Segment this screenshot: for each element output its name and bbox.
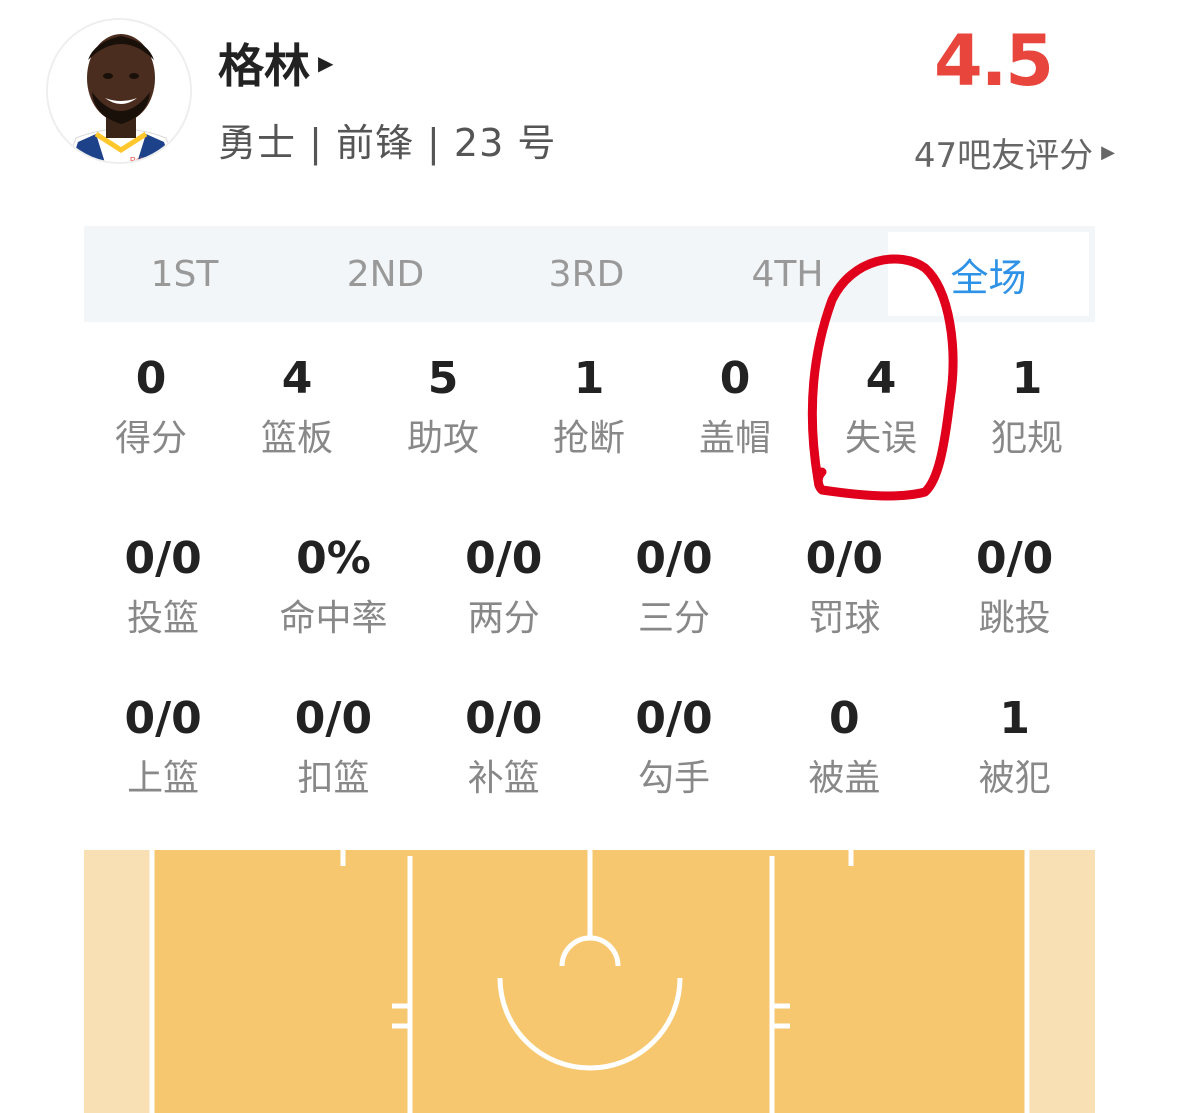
rating-raters-text: 47吧友评分 [913, 136, 1094, 176]
stat-fg-percentage: 0% 命中率 [248, 530, 418, 644]
tab-3rd[interactable]: 3RD [486, 226, 687, 322]
play-arrow-icon: ▶ [1101, 142, 1115, 163]
tab-4th[interactable]: 4TH [687, 226, 888, 322]
stat-value: 4 [865, 353, 897, 404]
stat-rebounds: 4 篮板 [224, 350, 370, 464]
stat-label: 盖帽 [698, 418, 771, 459]
main-stats-row: 0 得分 4 篮板 5 助攻 1 抢断 0 盖帽 4 失误 1 犯规 [78, 350, 1100, 464]
stat-steals: 1 抢断 [516, 350, 662, 464]
shooting-stats-row: 0/0 投篮 0% 命中率 0/0 两分 0/0 三分 0/0 罚球 0/0 跳… [78, 530, 1100, 644]
stat-value: 0% [296, 533, 371, 584]
svg-text:Rak: Rak [130, 156, 145, 164]
stat-value: 0 [719, 353, 751, 404]
stat-three-pointers: 0/0 三分 [589, 530, 759, 644]
player-avatar[interactable]: Rak [46, 18, 192, 164]
stat-fouls: 1 犯规 [954, 350, 1100, 464]
stat-value: 5 [427, 353, 459, 404]
stat-blocks: 0 盖帽 [662, 350, 808, 464]
stat-label: 被犯 [978, 758, 1051, 799]
stat-value: 0/0 [124, 533, 202, 584]
stat-value: 0 [135, 353, 167, 404]
stat-label: 失误 [844, 418, 917, 459]
stat-label: 扣篮 [297, 758, 370, 799]
stat-putbacks: 0/0 补篮 [419, 690, 589, 804]
player-name[interactable]: 格林 ▶ [218, 30, 333, 96]
stat-value: 0/0 [805, 533, 883, 584]
stat-label: 勾手 [638, 758, 711, 799]
stat-layups: 0/0 上篮 [78, 690, 248, 804]
stat-value: 0/0 [465, 693, 543, 744]
stat-label: 被盖 [808, 758, 881, 799]
stat-label: 犯规 [990, 418, 1063, 459]
stat-label: 两分 [467, 598, 540, 639]
stat-field-goals: 0/0 投篮 [78, 530, 248, 644]
stat-label: 得分 [114, 418, 187, 459]
player-info: 勇士 | 前锋 | 23 号 [218, 121, 557, 165]
stat-hook-shots: 0/0 勾手 [589, 690, 759, 804]
stat-value: 4 [281, 353, 313, 404]
stat-value: 0/0 [635, 693, 713, 744]
tab-full-game[interactable]: 全场 [888, 232, 1089, 316]
stat-value: 0 [829, 693, 860, 744]
stat-value: 0/0 [975, 533, 1054, 584]
other-stats-row: 0/0 上篮 0/0 扣篮 0/0 补篮 0/0 勾手 0 被盖 1 被犯 [78, 690, 1100, 804]
stat-two-pointers: 0/0 两分 [419, 530, 589, 644]
stat-value: 0/0 [465, 533, 543, 584]
rating-score: 4.5 [933, 20, 1054, 102]
tab-1st[interactable]: 1ST [84, 226, 285, 322]
stat-value: 0/0 [294, 693, 373, 744]
stat-free-throws: 0/0 罚球 [759, 530, 929, 644]
player-name-text: 格林 [218, 39, 310, 93]
stat-points: 0 得分 [78, 350, 224, 464]
stat-value: 1 [573, 353, 605, 404]
stat-label: 罚球 [808, 598, 881, 639]
stat-label: 助攻 [406, 418, 479, 459]
shot-chart-court [84, 850, 1095, 1113]
stat-fouls-drawn: 1 被犯 [929, 690, 1099, 804]
play-arrow-icon: ▶ [318, 51, 334, 75]
stat-value: 1 [1011, 353, 1043, 404]
tab-2nd[interactable]: 2ND [285, 226, 486, 322]
stat-label: 补篮 [467, 758, 540, 799]
stat-jump-shots: 0/0 跳投 [929, 530, 1099, 644]
stat-dunks: 0/0 扣篮 [248, 690, 418, 804]
stat-label: 跳投 [978, 598, 1051, 639]
stat-label: 命中率 [279, 598, 388, 639]
stat-blocked: 0 被盖 [759, 690, 929, 804]
rating-link[interactable]: 47吧友评分 ▶ [914, 128, 1115, 177]
stat-label: 上篮 [127, 758, 200, 799]
stat-label: 投篮 [127, 598, 200, 639]
quarter-tabs: 1ST 2ND 3RD 4TH 全场 [84, 226, 1095, 322]
stat-value: 1 [999, 693, 1030, 744]
stat-value: 0/0 [124, 693, 202, 744]
stat-value: 0/0 [635, 533, 713, 584]
stat-label: 抢断 [552, 418, 625, 459]
stat-label: 三分 [638, 598, 711, 639]
stat-assists: 5 助攻 [370, 350, 516, 464]
stat-label: 篮板 [260, 418, 333, 459]
stat-turnovers: 4 失误 [808, 350, 954, 464]
